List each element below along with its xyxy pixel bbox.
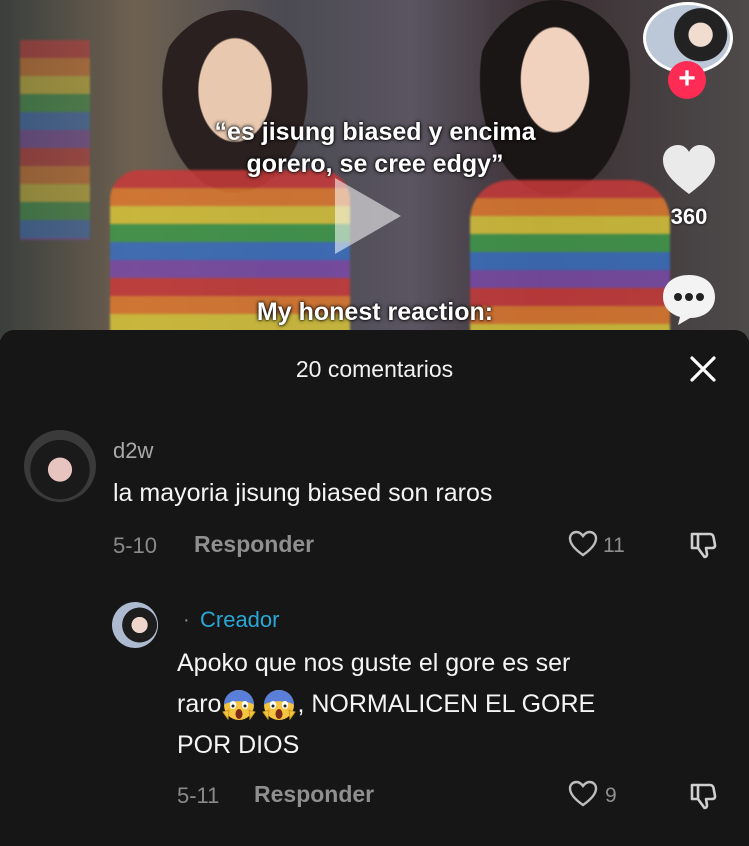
reply-text-line-2-end: , NORMALICEN EL GORE [297, 690, 596, 718]
video-caption-top: “es jisung biased y encima gorero, se cr… [214, 118, 536, 178]
video-player[interactable]: “es jisung biased y encima gorero, se cr… [0, 0, 749, 340]
reply-text-line-1: Apoko que nos guste el gore es ser [177, 649, 571, 677]
video-like-count: 360 [670, 204, 708, 229]
reply-button[interactable]: Responder [194, 531, 314, 558]
reply-reply-button[interactable]: Responder [254, 781, 374, 808]
comments-sheet: 20 comentarios d2w la mayoria jisung bia… [0, 330, 749, 846]
creator-badge: Creador [200, 607, 280, 632]
creator-reply-avatar[interactable] [112, 602, 158, 648]
reply-text: Apoko que nos guste el gore es ser raro,… [177, 643, 595, 766]
reply-text-line-2: raro , NORMALICEN EL GORE [177, 684, 595, 725]
close-icon[interactable] [688, 354, 718, 384]
follow-button[interactable]: + [668, 61, 706, 99]
scream-emoji-icon [222, 690, 257, 721]
reply-text-line-3: POR DIOS [177, 731, 300, 759]
comment-like-count: 11 [603, 534, 625, 557]
reply-like-count: 9 [605, 784, 617, 807]
comments-count-title: 20 comentarios [295, 356, 454, 382]
comment-like-icon[interactable] [568, 530, 598, 558]
comment-text: la mayoria jisung biased son raros [113, 479, 493, 507]
commenter-avatar[interactable] [24, 430, 96, 502]
heart-icon[interactable] [660, 142, 718, 200]
reply-date: 5-11 [177, 783, 220, 808]
reply-dislike-icon[interactable] [688, 781, 718, 811]
comment-username[interactable]: d2w [113, 438, 153, 464]
play-icon[interactable] [335, 178, 401, 254]
video-sweater-bg [20, 40, 90, 240]
reply-like-icon[interactable] [568, 780, 598, 808]
creator-badge-dot: · [183, 609, 190, 631]
video-caption-bottom: My honest reaction: [256, 298, 494, 326]
scream-emoji-icon [262, 690, 297, 721]
dislike-icon[interactable] [688, 530, 718, 560]
comment-bubble-icon[interactable] [660, 272, 718, 326]
comment-date: 5-10 [113, 533, 158, 558]
reply-text-line-2-start: raro [177, 690, 222, 718]
